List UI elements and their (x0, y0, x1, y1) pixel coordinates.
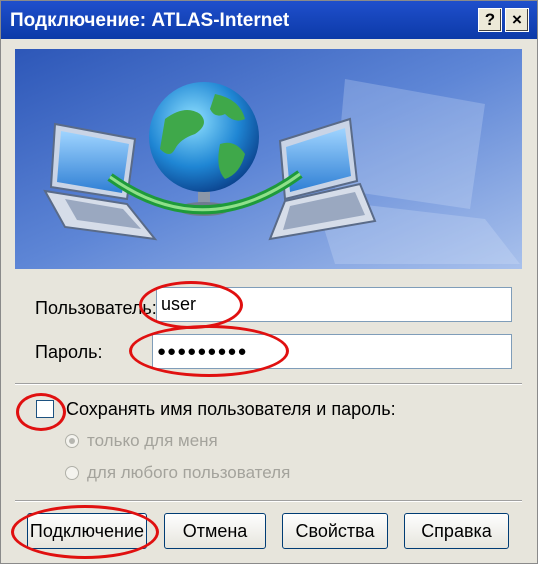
help-button[interactable]: Справка (404, 513, 509, 549)
radio-only-me[interactable] (65, 434, 79, 448)
save-credentials-label: Сохранять имя пользователя и пароль: (66, 399, 396, 419)
save-credentials-checkbox[interactable] (36, 400, 54, 418)
divider (15, 383, 522, 385)
connection-banner (15, 49, 522, 269)
connection-dialog: Подключение: ATLAS-Internet ? × Пользова… (0, 0, 538, 564)
help-title-button[interactable]: ? (478, 8, 502, 32)
password-label: Пароль: (35, 342, 103, 362)
password-input[interactable]: ●●●●●●●●● (152, 334, 512, 369)
user-input[interactable]: user (156, 287, 512, 322)
properties-button[interactable]: Свойства (282, 513, 388, 549)
radio-only-me-label: только для меня (87, 431, 218, 450)
title-bar: Подключение: ATLAS-Internet ? × (1, 1, 537, 39)
radio-any-user-label: для любого пользователя (87, 463, 291, 482)
close-title-button[interactable]: × (505, 8, 529, 32)
divider (15, 500, 522, 502)
user-label: Пользователь: (35, 298, 157, 318)
window-title: Подключение: ATLAS-Internet (10, 10, 290, 31)
radio-any-user[interactable] (65, 466, 79, 480)
connect-button[interactable]: Подключение (27, 513, 147, 549)
cancel-button[interactable]: Отмена (164, 513, 266, 549)
radio-selected-dot (69, 438, 75, 444)
